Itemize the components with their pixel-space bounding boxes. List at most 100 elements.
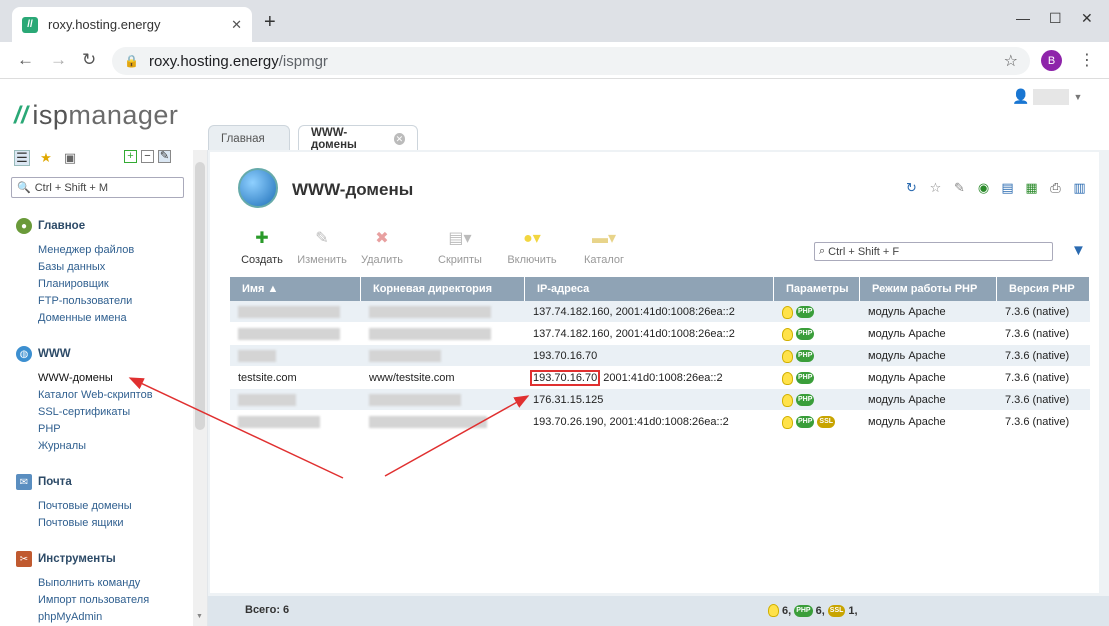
sidebar-section-main: ● Главное Менеджер файлов Базы данных Пла… — [16, 218, 134, 327]
create-icon: ✚ — [255, 230, 269, 247]
favorites-star-icon[interactable]: ★ — [38, 150, 54, 166]
sidebar-item-ftp-users[interactable]: FTP-пользователи — [38, 293, 134, 310]
sidebar-section-title[interactable]: ◍ WWW — [16, 346, 153, 362]
sidebar-item-php[interactable]: PHP — [38, 421, 153, 438]
omnibox[interactable]: 🔒 roxy.hosting.energy/ispmgr ☆ — [112, 47, 1030, 75]
profile-avatar[interactable]: B — [1041, 50, 1062, 71]
redacted-root — [369, 394, 461, 407]
php-icon: PHP — [796, 416, 815, 429]
forward-icon[interactable]: → — [50, 50, 67, 70]
user-name-redacted — [1033, 88, 1070, 105]
delete-icon: ✖ — [375, 230, 389, 247]
browser-tabstrip: // roxy.hosting.energy ✕ + — ☐ ✕ — [0, 0, 1109, 42]
sidebar-item-logs[interactable]: Журналы — [38, 438, 153, 455]
sidebar-item-file-manager[interactable]: Менеджер файлов — [38, 242, 134, 259]
sidebar-scrollbar[interactable]: ▼ — [193, 150, 207, 626]
bookmark-star-icon[interactable]: ☆ — [1004, 51, 1018, 71]
sidebar-item-web-scripts[interactable]: Каталог Web-скриптов — [38, 387, 153, 404]
pin-icon[interactable]: ✎ — [952, 180, 967, 195]
table-row[interactable]: 193.70.26.190, 2001:41d0:1008:26ea::2 PH… — [230, 411, 1090, 433]
tree-view-icon[interactable]: ☰ — [14, 150, 30, 166]
tab-www-domains[interactable]: WWW-домены ✕ — [298, 125, 418, 152]
close-tab-icon[interactable]: ✕ — [393, 133, 405, 145]
php-icon: PHP — [796, 328, 815, 341]
php-icon: PHP — [796, 306, 815, 319]
sidebar-item-www-domains[interactable]: WWW-домены — [38, 370, 153, 387]
minimize-icon[interactable]: — — [1016, 10, 1030, 26]
bulb-icon — [782, 305, 793, 319]
sidebar-item-scheduler[interactable]: Планировщик — [38, 276, 134, 293]
total-count: Всего: 6 — [245, 604, 290, 616]
sidebar-item-import-user[interactable]: Импорт пользователя — [38, 592, 149, 609]
print-icon[interactable]: ⎙ — [1048, 180, 1063, 195]
domain-name: testsite.com — [238, 372, 297, 384]
column-ip[interactable]: IP-адреса — [525, 277, 774, 301]
sidebar-section-title[interactable]: ✂ Инструменты — [16, 551, 149, 567]
sidebar-item-ssl[interactable]: SSL-сертификаты — [38, 404, 153, 421]
sidebar-actions: + − ✎ — [124, 150, 171, 163]
redacted-name — [238, 416, 320, 429]
sidebar-item-domain-names[interactable]: Доменные имена — [38, 310, 134, 327]
table-settings-icon[interactable]: ▥ — [1072, 180, 1087, 195]
briefcase-icon[interactable]: ▣ — [62, 150, 78, 166]
bulb-icon — [768, 604, 779, 617]
table-filter-input[interactable]: ⌕ Ctrl + Shift + F — [814, 242, 1053, 261]
refresh-icon[interactable]: ↻ — [904, 180, 919, 195]
scroll-down-icon[interactable]: ▼ — [196, 613, 203, 620]
new-tab-button[interactable]: + — [264, 11, 276, 34]
table-row[interactable]: 176.31.15.125 PHP модуль Apache 7.3.6 (n… — [230, 389, 1090, 411]
catalog-button[interactable]: ▬▾ Каталог — [568, 227, 640, 266]
main-content: WWW-домены ↻ ☆ ✎ ◉ ▤ ▦ ⎙ ▥ ✚ Создать ✎ Изм… — [208, 150, 1109, 626]
table-row[interactable]: testsite.com www/testsite.com 193.70.16.… — [230, 367, 1090, 389]
browser-menu-icon[interactable]: ⋮ — [1079, 50, 1095, 70]
filter-funnel-icon[interactable]: ▼ — [1071, 242, 1086, 259]
expand-all-icon[interactable]: + — [124, 150, 137, 163]
scripts-button[interactable]: ▤▾ Скрипты — [424, 227, 496, 266]
browser-tab[interactable]: // roxy.hosting.energy ✕ — [12, 7, 252, 42]
folder-icon: ▬▾ — [591, 230, 617, 247]
table-row[interactable]: 137.74.182.160, 2001:41d0:1008:26ea::2 P… — [230, 323, 1090, 345]
copy-icon[interactable]: ▤ — [1000, 180, 1015, 195]
column-name[interactable]: Имя ▲ — [230, 277, 361, 301]
close-tab-icon[interactable]: ✕ — [231, 17, 242, 33]
sidebar-section-title[interactable]: ● Главное — [16, 218, 134, 234]
redacted-root — [369, 416, 487, 429]
sidebar-tools: ☰ ★ ▣ — [14, 150, 78, 166]
window-close-icon[interactable]: ✕ — [1081, 10, 1093, 27]
edit-button[interactable]: ✎ Изменить — [292, 227, 352, 266]
bulb-icon — [782, 371, 793, 385]
back-icon[interactable]: ← — [17, 50, 34, 70]
chat-icon[interactable]: ◉ — [976, 180, 991, 195]
maximize-icon[interactable]: ☐ — [1049, 10, 1062, 27]
php-icon: PHP — [796, 394, 815, 407]
sidebar-item-databases[interactable]: Базы данных — [38, 259, 134, 276]
pin-icon[interactable]: ✎ — [158, 150, 171, 163]
mail-icon: ✉ — [16, 474, 32, 490]
sidebar-section-mail: ✉ Почта Почтовые домены Почтовые ящики — [16, 474, 132, 532]
sidebar-item-mail-domains[interactable]: Почтовые домены — [38, 498, 132, 515]
column-root-dir[interactable]: Корневая директория — [361, 277, 525, 301]
delete-button[interactable]: ✖ Удалить — [352, 227, 412, 266]
sidebar-item-run-command[interactable]: Выполнить команду — [38, 575, 149, 592]
sidebar-item-phpmyadmin[interactable]: phpMyAdmin — [38, 609, 149, 626]
table-row[interactable]: 193.70.16.70 PHP модуль Apache 7.3.6 (na… — [230, 345, 1090, 367]
sidebar-section-title[interactable]: ✉ Почта — [16, 474, 132, 490]
sidebar-search-input[interactable]: 🔍 Ctrl + Shift + M — [11, 177, 184, 198]
user-menu[interactable]: 👤 ▼ — [1012, 88, 1082, 105]
favorite-star-icon[interactable]: ☆ — [928, 180, 943, 195]
column-php-version[interactable]: Версия PHP — [997, 277, 1090, 301]
column-php-mode[interactable]: Режим работы PHP — [860, 277, 997, 301]
excel-export-icon[interactable]: ▦ — [1024, 180, 1039, 195]
enable-button[interactable]: ●▾ Включить — [496, 227, 568, 266]
tab-home[interactable]: Главная — [208, 125, 290, 152]
reload-icon[interactable]: ↻ — [82, 50, 96, 70]
search-icon: 🔍 — [17, 182, 31, 194]
sidebar-item-mailboxes[interactable]: Почтовые ящики — [38, 515, 132, 532]
create-button[interactable]: ✚ Создать — [232, 227, 292, 266]
table-row[interactable]: 137.74.182.160, 2001:41d0:1008:26ea::2 P… — [230, 301, 1090, 323]
address-bar: ← → ↻ 🔒 roxy.hosting.energy/ispmgr ☆ — [0, 42, 1109, 79]
filter-search-icon: ⌕ — [819, 245, 826, 257]
scrollbar-thumb[interactable] — [195, 162, 205, 430]
collapse-all-icon[interactable]: − — [141, 150, 154, 163]
column-params[interactable]: Параметры — [774, 277, 860, 301]
